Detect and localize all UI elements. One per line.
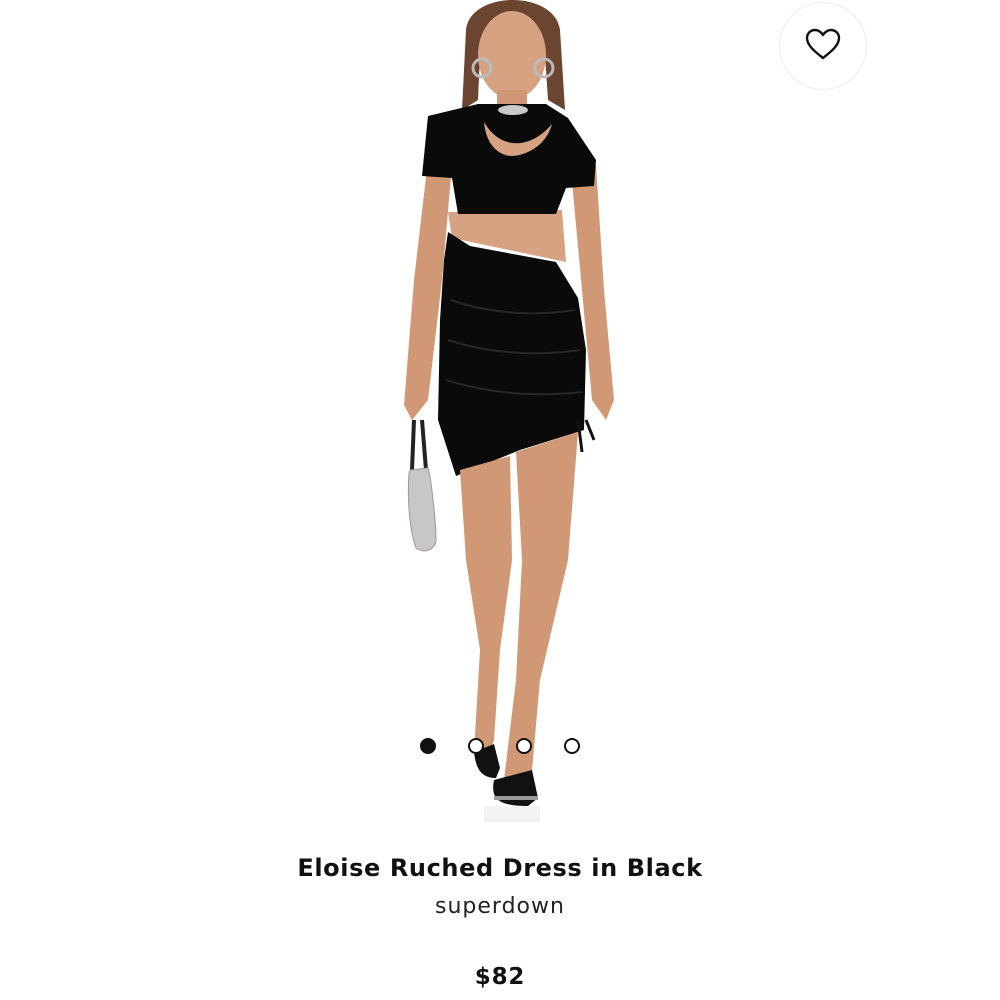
product-brand[interactable]: superdown (0, 888, 1000, 926)
carousel-dot-4[interactable] (564, 738, 580, 754)
product-price: $82 (474, 964, 526, 990)
product-title: Eloise Ruched Dress in Black (297, 854, 703, 882)
favorite-button[interactable] (779, 2, 867, 90)
model-shoe-right (493, 770, 538, 806)
model-face (478, 11, 546, 99)
model-leg-left (460, 456, 512, 760)
product-image[interactable] (0, 0, 1000, 830)
carousel-dot-1[interactable] (420, 738, 436, 754)
carousel-dot-2[interactable] (468, 738, 484, 754)
product-info: Eloise Ruched Dress in Black superdown $… (0, 848, 1000, 992)
model-leg-right (504, 432, 578, 790)
carousel-dots (0, 738, 1000, 756)
model-bag (407, 467, 437, 552)
heart-outline-icon (804, 27, 842, 66)
carousel-dot-3[interactable] (516, 738, 532, 754)
